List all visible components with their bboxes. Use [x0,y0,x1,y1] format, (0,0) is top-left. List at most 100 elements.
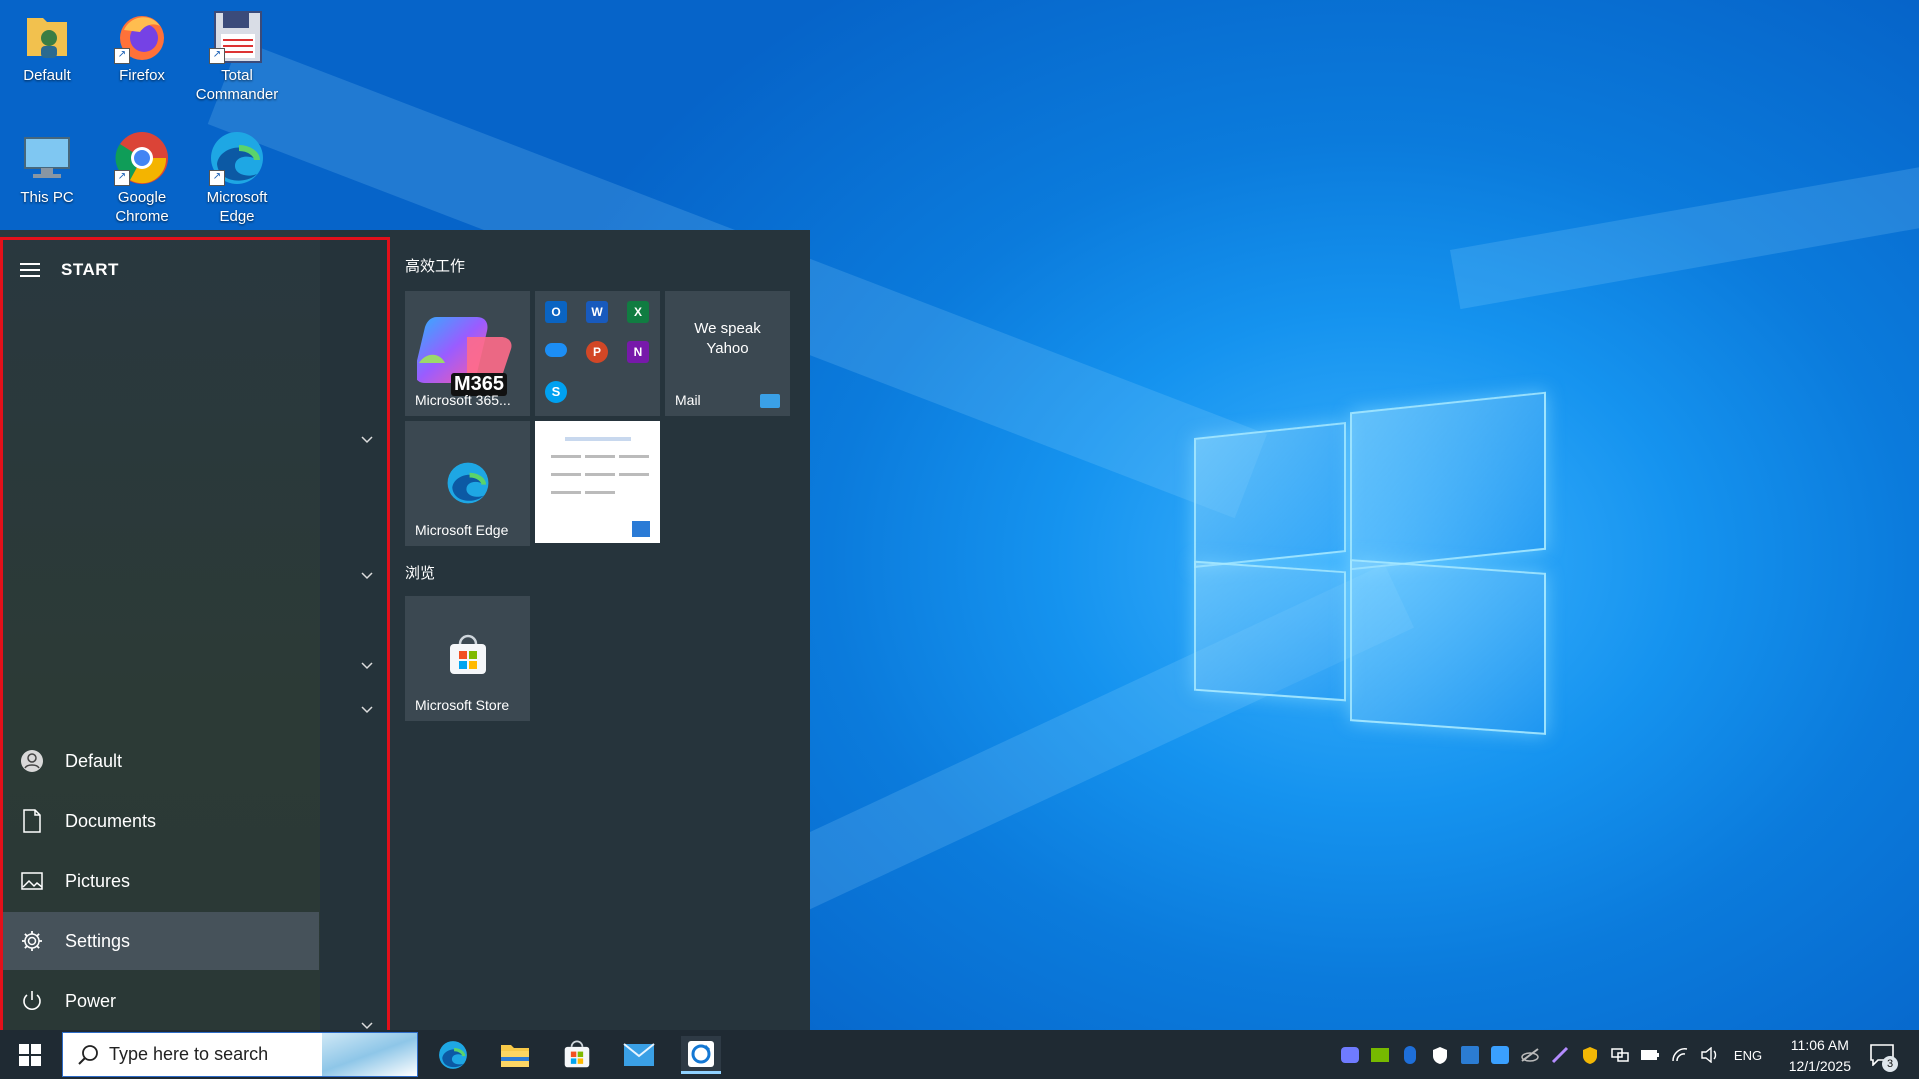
chevron-down-icon[interactable] [361,706,373,718]
search-icon [77,1044,99,1071]
app-list-strip [320,230,390,1030]
user-avatar-icon [20,749,44,773]
desktop-icon-this-pc[interactable]: This PC [2,130,92,207]
excel-icon: X [627,301,649,323]
taskbar-edge[interactable] [433,1036,473,1074]
tray-pen-icon[interactable] [1548,1044,1572,1066]
outlook-icon: O [545,301,567,323]
store-bag-icon [564,1040,590,1068]
desktop-icon-google-chrome[interactable]: ↗ Google Chrome [97,130,187,226]
start-nav-documents-label: Documents [65,810,157,831]
tile-label: Microsoft 365... [415,392,511,408]
tray-wifi-icon[interactable] [1668,1044,1692,1066]
start-nav-power[interactable]: Power [3,972,319,1030]
user-folder-icon [19,8,75,64]
notification-count-badge: 3 [1882,1056,1898,1072]
clock-time: 11:06 AM [1790,1037,1849,1053]
start-nav-documents[interactable]: Documents [3,792,319,850]
start-nav-settings-label: Settings [65,930,131,951]
floppy-disk-icon: ↗ [209,8,265,64]
tray-app-icon[interactable] [1488,1044,1512,1066]
computer-icon [19,130,75,186]
edge-icon: ↗ [209,130,265,186]
tile-mail[interactable]: We speak Yahoo Mail [665,291,790,416]
desktop-icon-label: Google Chrome [115,189,169,225]
tray-battery-icon[interactable] [1638,1044,1662,1066]
powerpoint-icon: P [586,341,608,363]
tile-microsoft-365[interactable]: M365 Microsoft 365... [405,291,530,416]
desktop-icon-microsoft-edge[interactable]: ↗ Microsoft Edge [192,130,282,226]
tray-bluetooth-icon[interactable] [1398,1044,1422,1066]
store-bag-icon [446,634,490,683]
onedrive-icon [545,343,567,357]
tray-network-icon[interactable] [1608,1044,1632,1066]
mail-icon [760,394,780,408]
mail-icon [623,1043,655,1066]
tray-security-icon[interactable] [1578,1044,1602,1066]
chevron-down-icon[interactable] [361,662,373,674]
hamburger-menu-icon[interactable] [20,263,40,277]
tray-shield-icon[interactable] [1428,1044,1452,1066]
start-nav-user[interactable]: Default [3,732,319,790]
start-nav-pictures[interactable]: Pictures [3,852,319,910]
start-left-pane [0,230,320,1030]
start-nav-user-label: Default [65,750,123,771]
taskbar-mail[interactable] [619,1036,659,1074]
tray-nvidia-icon[interactable] [1368,1044,1392,1066]
firefox-icon: ↗ [114,8,170,64]
start-nav-pictures-label: Pictures [65,870,131,891]
desktop-icon-default[interactable]: Default [2,8,92,85]
tray-volume-icon[interactable] [1698,1044,1722,1066]
start-nav-power-label: Power [65,990,117,1011]
desktop-icon-total-commander[interactable]: ↗ Total Commander [192,8,282,104]
desktop-icon-firefox[interactable]: ↗ Firefox [97,8,187,85]
tray-word-icon[interactable] [1458,1044,1482,1066]
photos-icon [632,521,650,537]
tray-language[interactable]: ENG [1730,1044,1766,1066]
start-title: START [61,260,119,279]
word-icon: W [586,301,608,323]
chrome-icon: ↗ [114,130,170,186]
chevron-down-icon[interactable] [361,436,373,448]
chevron-down-icon[interactable] [361,572,373,584]
desktop-icon-label: Total Commander [195,67,279,103]
power-icon [20,989,44,1013]
gear-icon [20,929,44,953]
settings-window-thumbnail [545,429,650,529]
taskbar-search-box[interactable]: Type here to search [62,1032,418,1077]
document-icon [20,809,44,833]
desktop-icon-label: Default [23,67,71,84]
taskbar-file-explorer[interactable] [495,1036,535,1074]
windows-start-icon [19,1044,41,1066]
mail-tile-text: We speak Yahoo [694,320,761,357]
edge-icon [439,1041,467,1069]
edge-icon [446,461,490,510]
search-highlight-image [322,1033,417,1076]
taskbar-clock[interactable]: 11:06 AM 12/1/2025 [1789,1035,1851,1077]
picture-icon [20,869,44,893]
folder-icon [501,1045,529,1067]
app-icon [688,1040,714,1067]
windows-logo-wallpaper [1194,384,1546,738]
taskbar-microsoft-store[interactable] [557,1036,597,1074]
start-nav-settings[interactable]: Settings [3,912,319,970]
tile-label: Microsoft Edge [415,522,509,538]
desktop-icon-label: Microsoft Edge [206,189,268,225]
tile-group-label: 浏览 [405,565,436,582]
tile-office-apps-folder[interactable]: O W X P N S [535,291,660,416]
action-center-button[interactable]: 3 [1862,1036,1902,1074]
skype-icon: S [545,381,567,403]
desktop-icon-label: Firefox [119,67,165,84]
start-menu: START Default Documents Pictures Setting… [0,230,810,1030]
tray-cloud-off-icon[interactable] [1518,1044,1542,1066]
onenote-icon: N [627,341,649,363]
tile-group-label: 高效工作 [405,258,466,275]
taskbar-active-app[interactable] [681,1036,721,1074]
tray-copilot-icon[interactable] [1338,1044,1362,1066]
clock-date: 12/1/2025 [1788,1058,1851,1074]
windows-start-button[interactable] [10,1036,50,1074]
tile-microsoft-store[interactable]: Microsoft Store [405,596,530,721]
tile-microsoft-edge[interactable]: Microsoft Edge [405,421,530,546]
tile-label: Mail [675,392,701,408]
tile-settings-preview[interactable] [535,421,660,543]
